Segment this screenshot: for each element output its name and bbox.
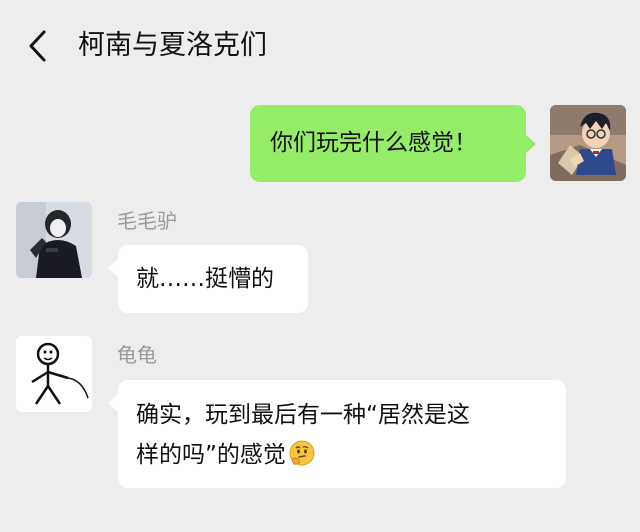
message-text-line: 样的吗”的感觉 <box>136 435 566 475</box>
message-text: 样的吗”的感觉 <box>136 442 286 468</box>
chat-screen: 柯南与夏洛克们 你们玩完什么感觉！ 毛毛驴 就……挺懵的 龟龟 确实，玩到最后有… <box>0 0 640 532</box>
bubble-tail <box>108 394 118 412</box>
sender-name: 龟龟 <box>117 343 157 367</box>
message-text: 你们玩完什么感觉！ <box>270 130 477 156</box>
message-text: 就……挺懵的 <box>136 266 274 292</box>
bubble-tail <box>108 259 118 277</box>
conan-avatar-icon[interactable] <box>550 105 626 181</box>
message-bubble-outgoing[interactable]: 你们玩完什么感觉！ <box>250 105 526 182</box>
bubble-tail <box>526 135 536 153</box>
message-bubble-incoming[interactable]: 就……挺懵的 <box>118 245 308 313</box>
sender-name: 毛毛驴 <box>117 209 177 233</box>
thinking-face-emoji-icon <box>288 440 315 467</box>
dark-figure-avatar-icon[interactable] <box>16 202 92 278</box>
chevron-left-icon <box>29 30 46 62</box>
stick-figure-avatar-icon[interactable] <box>16 336 92 412</box>
back-button[interactable] <box>22 26 60 66</box>
message-bubble-incoming[interactable]: 确实，玩到最后有一种“居然是这 样的吗”的感觉 <box>118 380 566 488</box>
chat-header: 柯南与夏洛克们 <box>0 0 640 92</box>
message-text-line: 确实，玩到最后有一种“居然是这 <box>136 402 470 428</box>
chat-title: 柯南与夏洛克们 <box>78 30 267 61</box>
